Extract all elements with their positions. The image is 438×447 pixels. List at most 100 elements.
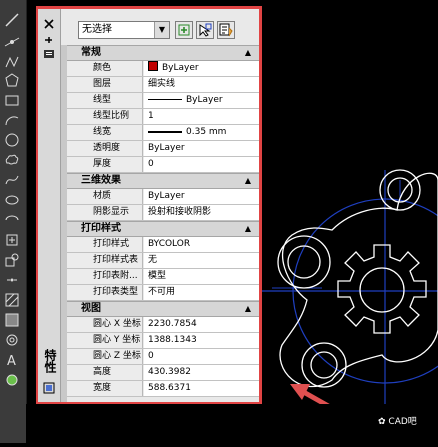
palette-title: 特性 — [43, 349, 57, 373]
add-selected-icon[interactable] — [4, 372, 20, 388]
property-label: 打印表附... — [67, 269, 143, 284]
property-value[interactable]: 0 — [144, 349, 259, 364]
section-view[interactable]: 视图 ▲ — [67, 301, 259, 317]
ellipse-icon[interactable] — [4, 192, 20, 208]
property-value[interactable]: 2230.7854 — [144, 317, 259, 332]
property-row[interactable]: 圆心 X 坐标 2230.7854 — [67, 317, 259, 333]
property-row[interactable]: 线型 ByLayer — [67, 93, 259, 109]
property-label: 打印样式 — [67, 237, 143, 252]
property-row[interactable]: 圆心 Z 坐标 0 — [67, 349, 259, 365]
property-row[interactable]: 线型比例 1 — [67, 109, 259, 125]
collapse-icon[interactable]: ▲ — [245, 302, 251, 316]
property-value[interactable]: 无 — [144, 253, 259, 268]
property-value[interactable]: 1388.1343 — [144, 333, 259, 348]
watermark: ✿ CAD吧 — [378, 414, 417, 427]
lineweight-sample — [148, 130, 182, 133]
property-label: 阴影显示 — [67, 205, 143, 220]
toggle-pickadd-button[interactable] — [175, 21, 193, 39]
construction-line-icon[interactable] — [4, 34, 20, 50]
property-value[interactable]: BYCOLOR — [144, 237, 259, 252]
select-objects-button[interactable] — [196, 21, 214, 39]
property-row[interactable]: 打印样式表无 — [67, 253, 259, 269]
polygon-icon[interactable] — [4, 72, 20, 88]
property-row[interactable]: 材质 ByLayer — [67, 189, 259, 205]
property-value[interactable]: ByLayer — [144, 61, 259, 76]
property-value[interactable]: 不可用 — [144, 285, 259, 300]
property-row[interactable]: 高度 430.3982 — [67, 365, 259, 381]
collapse-icon[interactable]: ▲ — [245, 46, 251, 60]
property-value[interactable]: 588.6371 — [144, 381, 259, 396]
property-row[interactable]: 打印表附... 模型 — [67, 269, 259, 285]
property-row[interactable]: 宽度 588.6371 — [67, 381, 259, 397]
section-general-title: 常规 — [81, 47, 101, 58]
property-label: 线宽 — [67, 125, 143, 140]
property-row[interactable]: 阴影显示 投射和接收阴影 — [67, 205, 259, 221]
point-icon[interactable] — [4, 272, 20, 288]
gradient-icon[interactable] — [4, 312, 20, 328]
quick-select-icon — [219, 23, 233, 37]
lineweight-value: 0.35 mm — [186, 127, 227, 137]
properties-palette: 无选择 ▼ 常规 ▲ 颜色 ByLayer 图层 细实线 线型 ByLayer 线型比… — [61, 9, 259, 402]
region-icon[interactable] — [4, 332, 20, 348]
autohide-icon[interactable] — [43, 31, 55, 43]
line-icon[interactable] — [4, 12, 20, 28]
palette-titlebar[interactable]: 特性 — [38, 9, 61, 402]
section-print-style[interactable]: 打印样式 ▲ — [67, 221, 259, 237]
property-label: 圆心 Y 坐标 — [67, 333, 143, 348]
color-value: ByLayer — [162, 63, 199, 73]
revision-cloud-icon[interactable] — [4, 152, 20, 168]
property-value[interactable]: ByLayer — [144, 93, 259, 108]
ellipse-arc-icon[interactable] — [4, 212, 20, 228]
selection-dropdown[interactable]: 无选择 ▼ — [78, 21, 170, 39]
property-row[interactable]: 打印样式 BYCOLOR — [67, 237, 259, 253]
property-row[interactable]: 厚度 0 — [67, 157, 259, 173]
polyline-icon[interactable] — [4, 54, 20, 70]
palette-menu-icon[interactable] — [43, 45, 55, 58]
property-value[interactable]: ByLayer — [144, 189, 259, 204]
property-row[interactable]: 颜色 ByLayer — [67, 61, 259, 77]
linetype-sample — [148, 99, 182, 100]
property-row[interactable]: 透明度 ByLayer — [67, 141, 259, 157]
rectangle-icon[interactable] — [4, 92, 20, 108]
property-label: 透明度 — [67, 141, 143, 156]
property-label: 高度 — [67, 365, 143, 380]
linetype-value: ByLayer — [186, 95, 223, 105]
property-value[interactable]: 细实线 — [144, 77, 259, 92]
section-general[interactable]: 常规 ▲ — [67, 45, 259, 61]
select-objects-icon — [199, 23, 212, 37]
property-value[interactable]: ByLayer — [144, 141, 259, 156]
property-label: 线型比例 — [67, 109, 143, 124]
property-value[interactable]: 0 — [144, 157, 259, 172]
property-label: 材质 — [67, 189, 143, 204]
property-value[interactable]: 投射和接收阴影 — [144, 205, 259, 220]
drawing-svg — [262, 169, 438, 443]
property-value[interactable]: 模型 — [144, 269, 259, 284]
property-value[interactable]: 430.3982 — [144, 365, 259, 380]
palette-settings-icon[interactable] — [43, 379, 55, 394]
spline-icon[interactable] — [4, 172, 20, 188]
property-row[interactable]: 圆心 Y 坐标 1388.1343 — [67, 333, 259, 349]
property-row[interactable]: 打印表类型 不可用 — [67, 285, 259, 301]
drawing-canvas[interactable] — [262, 0, 438, 443]
collapse-icon[interactable]: ▲ — [245, 174, 251, 188]
property-row[interactable]: 图层 细实线 — [67, 77, 259, 93]
quick-select-button[interactable] — [217, 21, 235, 39]
section-3d-effects[interactable]: 三维效果 ▲ — [67, 173, 259, 189]
property-label: 圆心 Z 坐标 — [67, 349, 143, 364]
collapse-icon[interactable]: ▲ — [245, 222, 251, 236]
insert-block-icon[interactable] — [4, 232, 20, 248]
mtext-icon[interactable]: A — [4, 352, 20, 369]
watermark-text: CAD吧 — [388, 417, 417, 427]
property-label: 打印表类型 — [67, 285, 143, 300]
property-label: 线型 — [67, 93, 143, 108]
draw-toolbar: A — [0, 0, 27, 443]
close-icon[interactable] — [43, 15, 55, 29]
chevron-down-icon[interactable]: ▼ — [154, 22, 169, 38]
make-block-icon[interactable] — [4, 252, 20, 268]
hatch-icon[interactable] — [4, 292, 20, 308]
arc-icon[interactable] — [4, 112, 20, 128]
property-value[interactable]: 0.35 mm — [144, 125, 259, 140]
circle-icon[interactable] — [4, 132, 20, 148]
property-row[interactable]: 线宽 0.35 mm — [67, 125, 259, 141]
property-value[interactable]: 1 — [144, 109, 259, 124]
